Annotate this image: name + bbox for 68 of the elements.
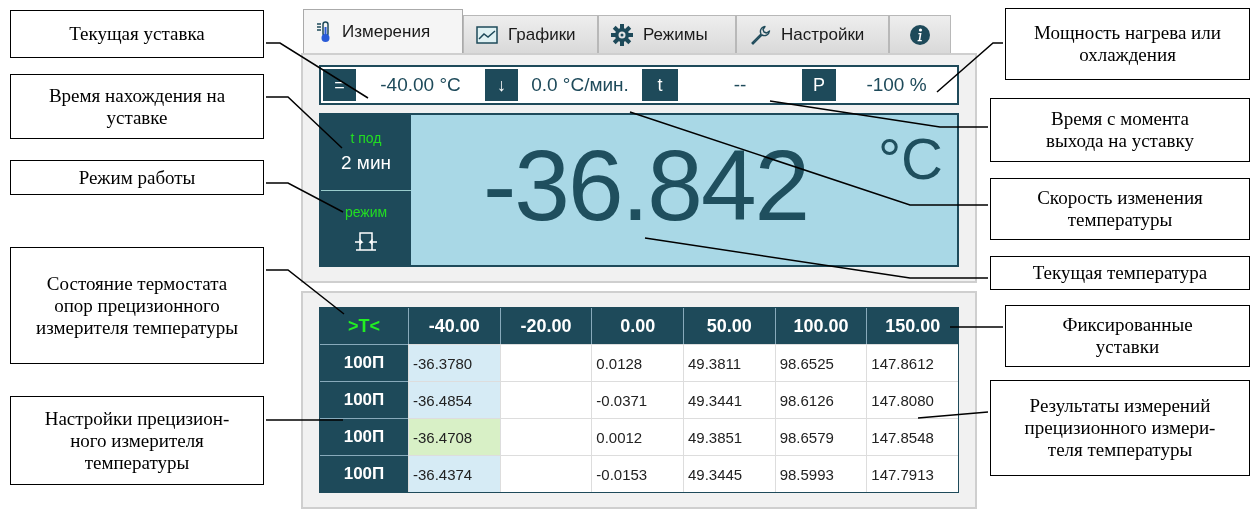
side-caption: режим bbox=[344, 203, 388, 220]
table-cell: -36.4374 bbox=[408, 455, 500, 492]
callout-label: Время нахождения на уставке bbox=[10, 74, 264, 139]
table-cell: 147.8080 bbox=[866, 381, 958, 418]
callout-label: Мощность нагрева или охлаждения bbox=[1005, 8, 1250, 80]
callout-label: Текущая уставка bbox=[10, 10, 264, 58]
side-value: 2 мин bbox=[341, 152, 391, 175]
table-cell: 147.8548 bbox=[866, 418, 958, 455]
tab[interactable]: Измерения bbox=[303, 9, 463, 53]
side-caption: t под bbox=[350, 130, 382, 147]
table-cell: -36.3780 bbox=[408, 344, 500, 381]
info-icon bbox=[909, 23, 931, 46]
callout-label: Скорость изменения температуры bbox=[990, 178, 1250, 240]
table-cell: -0.0153 bbox=[591, 455, 683, 492]
callout-label: Настройки прецизион-ного измерителя температуры bbox=[10, 396, 264, 485]
column-header: -40.00 bbox=[408, 308, 500, 344]
mode-icon bbox=[354, 229, 378, 252]
status-value: -40.00 °C bbox=[379, 73, 462, 97]
temperature-value: -36.842 bbox=[483, 135, 809, 235]
column-header: 0.00 bbox=[591, 308, 683, 344]
tab[interactable]: Настройки bbox=[736, 15, 889, 53]
chart-icon bbox=[476, 25, 498, 44]
table-cell: 0.0128 bbox=[591, 344, 683, 381]
header-cell: >T< bbox=[320, 308, 408, 344]
table-cell: -0.0371 bbox=[591, 381, 683, 418]
table-cell: 49.3811 bbox=[683, 344, 775, 381]
temperature-unit: °C bbox=[877, 125, 943, 192]
table-cell: 147.7913 bbox=[866, 455, 958, 492]
table-cell: -36.4708 bbox=[408, 418, 500, 455]
table-cell: 49.3441 bbox=[683, 381, 775, 418]
column-header: -20.00 bbox=[499, 308, 592, 344]
row-header: 100П bbox=[320, 381, 408, 418]
status-key-label: ↓ bbox=[485, 69, 518, 101]
callout-label: Режим работы bbox=[10, 160, 264, 195]
table-cell: 49.3445 bbox=[683, 455, 775, 492]
tab[interactable]: Режимы bbox=[598, 15, 736, 53]
table-cell: 147.8612 bbox=[866, 344, 958, 381]
row-header: 100П bbox=[320, 418, 408, 455]
callout-label: Текущая температура bbox=[990, 256, 1250, 290]
table-cell: 98.6525 bbox=[774, 344, 867, 381]
status-key-label: t bbox=[642, 69, 678, 101]
callout-label: Фиксированные уставки bbox=[1005, 305, 1250, 367]
table-cell: 98.6579 bbox=[774, 418, 867, 455]
tab[interactable]: Графики bbox=[463, 15, 598, 53]
wrench-icon bbox=[749, 23, 771, 46]
thermometer-icon bbox=[316, 20, 332, 43]
table-cell: 0.0012 bbox=[591, 418, 683, 455]
column-header: 150.00 bbox=[866, 308, 958, 344]
gear-icon bbox=[611, 23, 633, 46]
leader-line bbox=[917, 411, 989, 419]
table-cell: 49.3851 bbox=[683, 418, 775, 455]
callout-label: Время с момента выхода на уставку bbox=[990, 98, 1250, 162]
leader-line bbox=[949, 326, 1004, 328]
column-header: 50.00 bbox=[683, 308, 775, 344]
tab[interactable] bbox=[889, 15, 951, 53]
callout-label: Результаты измерений прецизионного измери-теля температуры bbox=[990, 380, 1250, 476]
table-cell: -36.4854 bbox=[408, 381, 500, 418]
row-header: 100П bbox=[320, 344, 408, 381]
callout-label: Состояние термостата опор прецизионного измерителя температуры bbox=[10, 247, 264, 364]
table-cell: 98.5993 bbox=[774, 455, 867, 492]
status-value: 0.0 °C/мин. bbox=[530, 73, 630, 97]
status-value: -- bbox=[732, 73, 748, 97]
table-cell: 98.6126 bbox=[774, 381, 867, 418]
status-value: -100 % bbox=[865, 73, 928, 97]
row-header: 100П bbox=[320, 455, 408, 492]
leader-line bbox=[936, 42, 1004, 93]
column-header: 100.00 bbox=[774, 308, 867, 344]
status-key-label: P bbox=[802, 69, 836, 101]
